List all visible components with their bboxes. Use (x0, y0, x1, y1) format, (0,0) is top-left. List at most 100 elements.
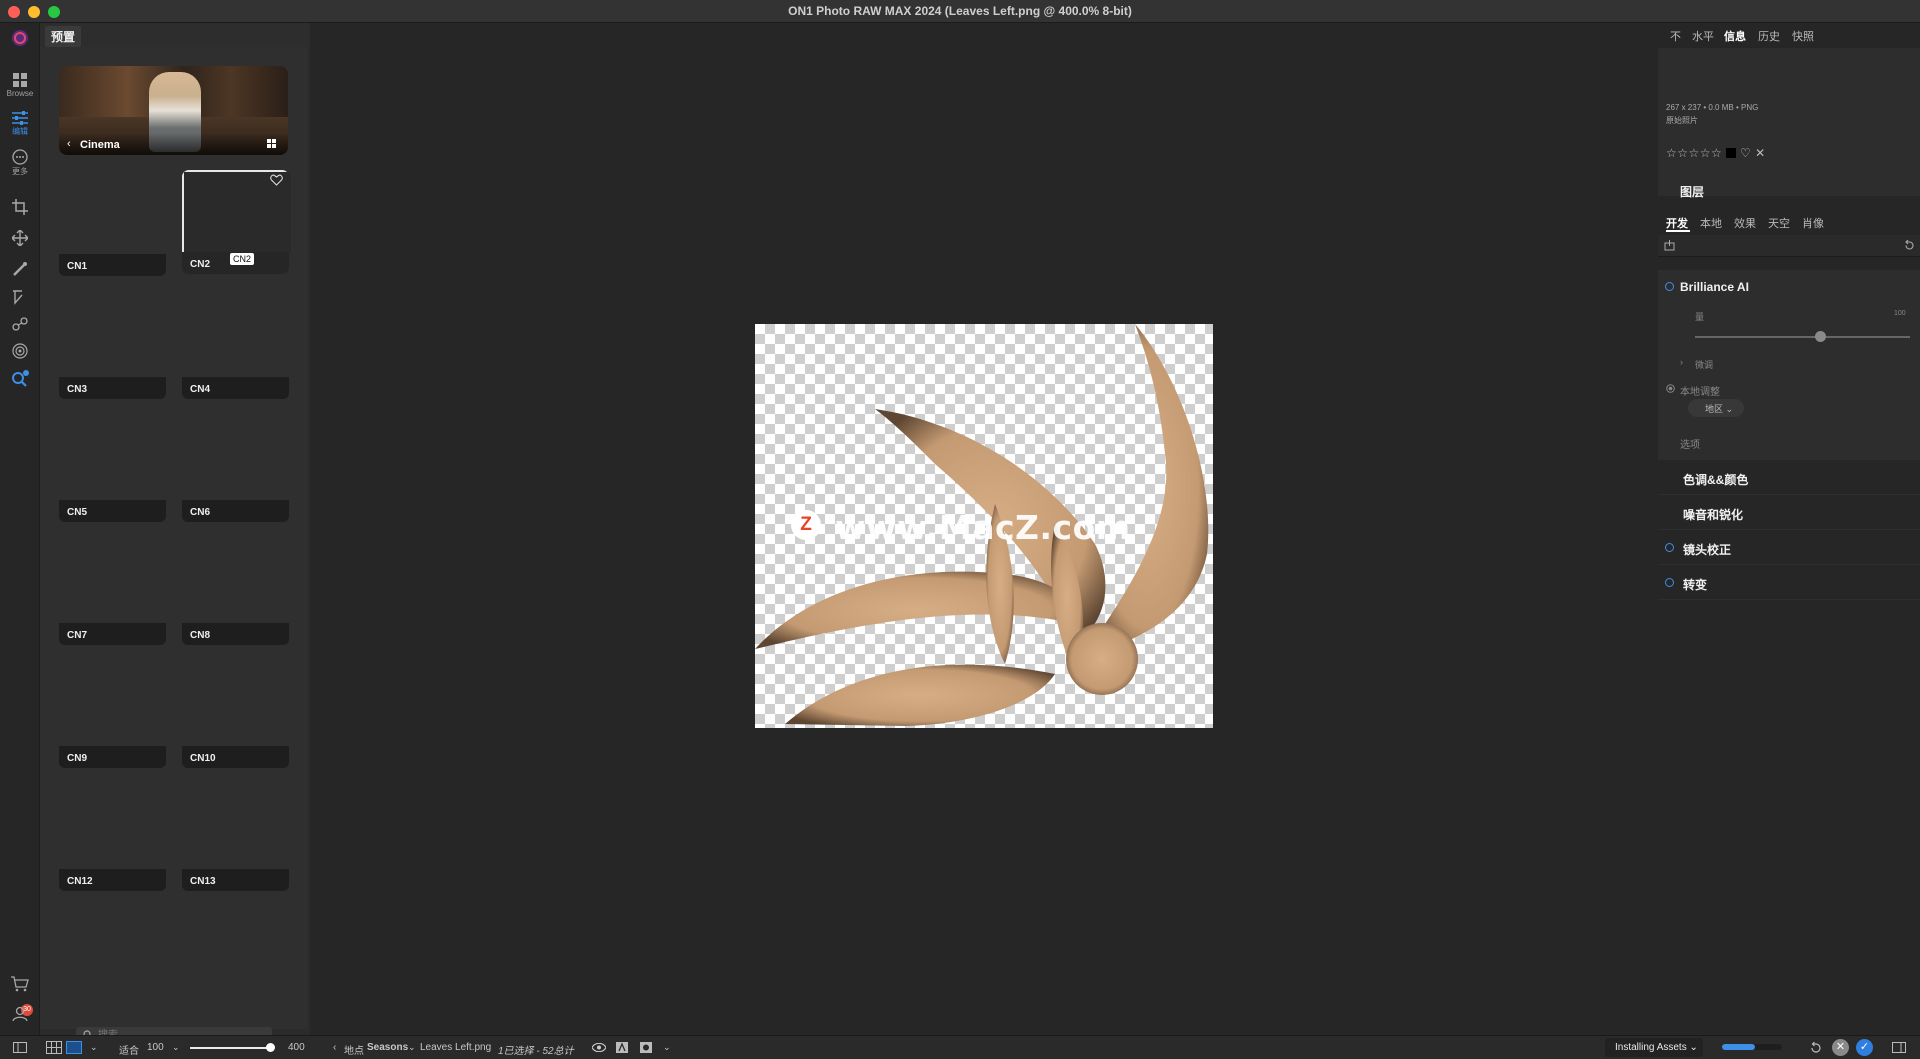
heart-icon[interactable] (270, 174, 283, 186)
brush-icon (13, 262, 27, 276)
clone-icon (12, 317, 28, 331)
tab-none[interactable]: 不 (1670, 28, 1681, 44)
overlay-a-icon[interactable] (616, 1042, 628, 1053)
zoom-slider-knob[interactable] (265, 1043, 275, 1052)
undo-icon[interactable] (1810, 1042, 1822, 1054)
preset-thumbnail (182, 787, 289, 869)
preset-tile[interactable]: CN7 (59, 541, 166, 645)
sidebar-toggle-icon[interactable] (13, 1042, 27, 1053)
crop-tool[interactable] (0, 199, 40, 215)
browse-button[interactable]: Browse (0, 73, 40, 98)
grid-view-icon[interactable] (267, 139, 276, 148)
tab-develop[interactable]: 开发 (1666, 215, 1688, 231)
watermark-text: www.MacZ.com (835, 508, 1131, 547)
transform-tool[interactable] (0, 230, 40, 246)
breadcrumb-folder[interactable]: Seasons (367, 1042, 408, 1053)
tab-sky[interactable]: 天空 (1768, 215, 1790, 231)
section-tone-color[interactable]: 色调&&颜色 (1658, 460, 1920, 495)
breadcrumb-file[interactable]: Leaves Left.png (420, 1042, 491, 1053)
local-adjust-radio-icon[interactable] (1666, 384, 1675, 393)
brilliance-title[interactable]: Brilliance AI (1680, 280, 1749, 294)
mask-view-icon[interactable] (640, 1042, 652, 1053)
apply-check-icon[interactable]: ✓ (1856, 1039, 1873, 1056)
image-canvas[interactable]: Z www.MacZ.com (310, 23, 1658, 1035)
star-rating[interactable]: ☆☆☆☆☆ (1666, 146, 1722, 160)
color-label-swatch[interactable] (1726, 148, 1737, 158)
back-chevron-icon[interactable]: ‹ (67, 138, 71, 150)
breadcrumb-chevron-icon[interactable]: ⌄ (408, 1042, 416, 1053)
preset-tile[interactable]: CN13 (182, 787, 289, 891)
preset-tile[interactable]: CN8 (182, 541, 289, 645)
zoom-value[interactable]: 100 (147, 1042, 164, 1053)
preset-tooltip: CN2 (230, 253, 255, 265)
right-panel-toggle-icon[interactable] (1892, 1042, 1906, 1053)
amount-slider-track[interactable] (1695, 336, 1910, 338)
local-adjust-tool[interactable] (0, 289, 40, 305)
right-panel: 不 水平 信息 历史 快照 267 x 237 • 0.0 MB • PNG 原… (1658, 23, 1920, 1035)
amount-slider-knob[interactable] (1814, 331, 1826, 342)
view-mode-chevron-icon[interactable]: ⌄ (90, 1042, 98, 1053)
zoom-chevron-icon[interactable]: ⌄ (172, 1042, 180, 1053)
preset-tile[interactable]: CN6 (182, 418, 289, 522)
tab-history[interactable]: 历史 (1758, 28, 1780, 44)
preview-eye-icon[interactable] (592, 1043, 606, 1052)
brilliance-toggle[interactable] (1665, 282, 1674, 291)
layers-title[interactable]: 图层 (1680, 183, 1704, 200)
category-header-cinema[interactable]: ‹ Cinema (59, 66, 288, 155)
preset-tile[interactable]: CN4 (182, 295, 289, 399)
preset-thumbnail (59, 541, 166, 623)
breadcrumb-back-icon[interactable]: ‹ (333, 1042, 336, 1053)
fit-zoom-button[interactable]: 适合 (119, 1042, 139, 1057)
tab-effects[interactable]: 效果 (1734, 215, 1756, 231)
image-preview[interactable]: Z www.MacZ.com (755, 324, 1213, 728)
breadcrumb-location[interactable]: 地点 (344, 1042, 364, 1057)
lens-toggle[interactable] (1665, 543, 1674, 552)
watermark-logo: Z (791, 510, 821, 540)
preset-label: CN6 (182, 500, 289, 522)
tab-info[interactable]: 信息 (1724, 28, 1746, 44)
options-label[interactable]: 选项 (1680, 436, 1700, 451)
preset-thumbnail (182, 295, 289, 377)
presets-tab[interactable]: 预置 (45, 26, 82, 47)
preset-tile[interactable]: CN10 (182, 664, 289, 768)
edit-button[interactable]: 编辑 (0, 111, 40, 137)
reset-icon[interactable] (1904, 240, 1915, 251)
preset-tile[interactable]: CN12 (59, 787, 166, 891)
installing-assets-button[interactable]: Installing Assets ⌄ (1605, 1038, 1703, 1057)
local-adjust-label[interactable]: 本地调整 (1680, 383, 1720, 398)
finetune-chevron-icon[interactable]: › (1680, 357, 1683, 367)
preset-tile[interactable]: CN1 (59, 172, 166, 276)
tab-level[interactable]: 水平 (1692, 28, 1714, 44)
masking-brush-tool[interactable] (0, 261, 40, 277)
retouch-tool[interactable] (0, 316, 40, 332)
preset-tile[interactable]: CN3 (59, 295, 166, 399)
tab-portrait[interactable]: 肖像 (1802, 215, 1824, 231)
section-transform[interactable]: 转变 (1658, 565, 1920, 600)
tool-rail: Browse 编辑 更多 30 (0, 23, 40, 1035)
detail-view-toggle-icon[interactable] (66, 1041, 82, 1054)
region-dropdown[interactable]: 地区 ⌄ (1688, 399, 1744, 417)
view-options-chevron-icon[interactable]: ⌄ (663, 1042, 671, 1053)
section-lens-correction[interactable]: 镜头校正 (1658, 530, 1920, 565)
zoom-tool[interactable] (0, 370, 40, 388)
transform-toggle[interactable] (1665, 578, 1674, 587)
account-button[interactable] (0, 1006, 40, 1022)
tab-local[interactable]: 本地 (1700, 215, 1722, 231)
cart-button[interactable] (0, 976, 40, 992)
preset-save-icon[interactable] (1664, 240, 1675, 251)
cart-icon (11, 976, 29, 992)
portrait-tool[interactable] (0, 343, 40, 359)
tab-snapshots[interactable]: 快照 (1792, 28, 1814, 44)
preset-thumbnail (182, 664, 289, 746)
preset-tile[interactable]: CN9 (59, 664, 166, 768)
like-heart-icon[interactable]: ♡ (1740, 146, 1751, 160)
grid-view-toggle-icon[interactable] (46, 1041, 62, 1054)
cancel-close-icon[interactable]: ✕ (1832, 1039, 1849, 1056)
brilliance-ai-section: Brilliance AI 量 100 › 微调 本地调整 地区 ⌄ 选项 (1658, 270, 1920, 460)
finetune-label[interactable]: 微调 (1695, 358, 1713, 371)
preset-tile[interactable]: CN5 (59, 418, 166, 522)
preset-tile-selected[interactable]: CN2 CN2 (182, 170, 291, 274)
more-button[interactable]: 更多 (0, 149, 40, 177)
section-noise-sharpen[interactable]: 噪音和锐化 (1658, 495, 1920, 530)
reject-x-icon[interactable]: ✕ (1755, 146, 1766, 160)
